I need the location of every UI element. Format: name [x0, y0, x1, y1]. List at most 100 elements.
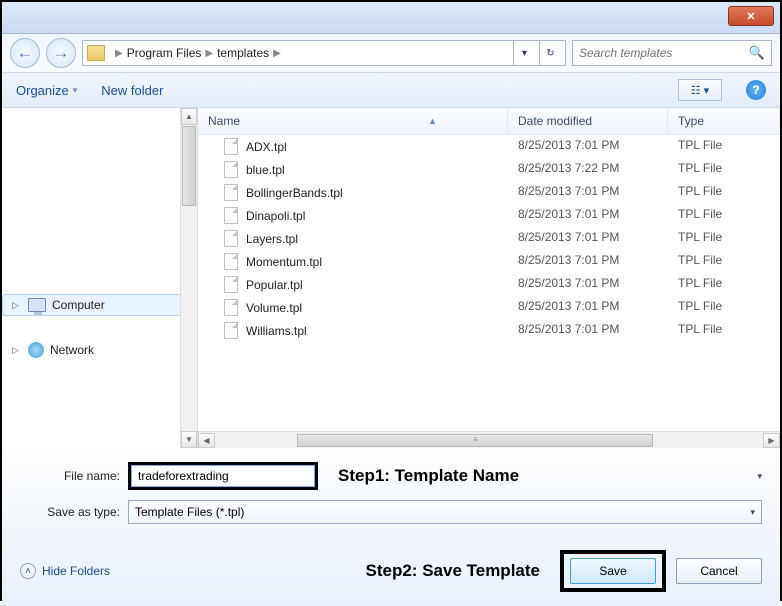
view-icon: ☷ ▾	[691, 84, 709, 97]
sort-ascending-icon: ▲	[428, 116, 437, 126]
tree-item-network[interactable]: ▷ Network	[2, 338, 197, 362]
file-type: TPL File	[668, 230, 780, 247]
toolbar: Organize ▾ New folder ☷ ▾ ?	[2, 72, 780, 108]
close-icon: ✕	[746, 10, 755, 23]
file-row[interactable]: Dinapoli.tpl 8/25/2013 7:01 PMTPL File	[198, 204, 780, 227]
file-row[interactable]: blue.tpl8/25/2013 7:22 PMTPL File	[198, 158, 780, 181]
file-name: Popular.tpl	[246, 278, 303, 292]
file-date: 8/25/2013 7:01 PM	[508, 276, 668, 293]
forward-button[interactable]: →	[46, 38, 76, 68]
form-area: File name: Step1: Template Name ▾ Save a…	[2, 448, 780, 540]
scroll-thumb[interactable]	[182, 126, 196, 206]
search-box[interactable]: 🔍	[572, 40, 772, 66]
column-header-name[interactable]: Name▲	[198, 108, 508, 134]
titlebar: ✕	[2, 2, 780, 34]
close-button[interactable]: ✕	[728, 6, 774, 26]
file-name: Momentum.tpl	[246, 255, 322, 269]
file-name: Dinapoli.tpl	[246, 209, 305, 223]
column-header-type[interactable]: Type	[668, 108, 780, 134]
file-row[interactable]: Layers.tpl 8/25/2013 7:01 PMTPL File	[198, 227, 780, 250]
organize-button[interactable]: Organize ▾	[16, 83, 77, 98]
tree-item-computer[interactable]: ▷ Computer	[2, 294, 197, 316]
navigation-tree: ▷ Computer ▷ Network ▲ ▼	[2, 108, 198, 448]
file-row[interactable]: BollingerBands.tpl 8/25/2013 7:01 PMTPL F…	[198, 181, 780, 204]
help-button[interactable]: ?	[746, 80, 766, 100]
file-icon	[224, 230, 238, 247]
file-icon	[224, 276, 238, 293]
file-name: blue.tpl	[246, 163, 285, 177]
file-name: Volume.tpl	[246, 301, 302, 315]
tree-item-label: Computer	[52, 298, 105, 312]
file-date: 8/25/2013 7:01 PM	[508, 184, 668, 201]
file-name: BollingerBands.tpl	[246, 186, 343, 200]
computer-icon	[28, 298, 46, 312]
chevron-down-icon[interactable]: ▾	[757, 471, 762, 482]
view-options-button[interactable]: ☷ ▾	[678, 79, 722, 101]
hide-folders-button[interactable]: ˄ Hide Folders	[20, 563, 110, 579]
save-as-dialog: ✕ ← → ▶ Program Files ▶ templates ▶ ▾ ↻ …	[2, 2, 780, 599]
file-type: TPL File	[668, 184, 780, 201]
file-type: TPL File	[668, 253, 780, 270]
breadcrumb-segment[interactable]: templates	[217, 46, 269, 60]
file-date: 8/25/2013 7:01 PM	[508, 230, 668, 247]
expand-icon[interactable]: ▷	[12, 345, 22, 356]
scroll-up-button[interactable]: ▲	[181, 108, 197, 125]
navigation-bar: ← → ▶ Program Files ▶ templates ▶ ▾ ↻ 🔍	[2, 34, 780, 72]
scroll-right-button[interactable]: ▶	[763, 433, 780, 448]
file-row[interactable]: Volume.tpl 8/25/2013 7:01 PMTPL File	[198, 296, 780, 319]
help-icon: ?	[752, 83, 759, 97]
column-header-date[interactable]: Date modified	[508, 108, 668, 134]
new-folder-button[interactable]: New folder	[101, 83, 163, 98]
file-row[interactable]: ADX.tpl8/25/2013 7:01 PMTPL File	[198, 135, 780, 158]
save-type-combo[interactable]: Template Files (*.tpl) ▾	[128, 500, 762, 524]
refresh-icon: ↻	[546, 48, 554, 59]
annotation-step2: Step2: Save Template	[366, 561, 540, 581]
footer: ˄ Hide Folders Step2: Save Template Save…	[2, 540, 780, 606]
file-icon	[224, 299, 238, 316]
chevron-down-icon: ▾	[73, 85, 78, 96]
back-icon: ←	[17, 43, 34, 63]
file-icon	[224, 322, 238, 339]
file-name-label: File name:	[20, 469, 120, 483]
tree-item-label: Network	[50, 343, 94, 357]
save-button[interactable]: Save	[570, 558, 656, 584]
back-button[interactable]: ←	[10, 38, 40, 68]
file-name: ADX.tpl	[246, 140, 287, 154]
horizontal-scrollbar[interactable]: ◀ ≡ ▶	[198, 431, 780, 448]
file-name-highlight	[128, 462, 318, 490]
file-type: TPL File	[668, 207, 780, 224]
refresh-button[interactable]: ↻	[539, 41, 561, 65]
scroll-down-button[interactable]: ▼	[181, 431, 197, 448]
save-type-label: Save as type:	[20, 505, 120, 519]
crumb-sep-icon: ▶	[273, 48, 281, 59]
save-button-highlight: Save	[560, 550, 666, 592]
network-icon	[28, 342, 44, 358]
file-date: 8/25/2013 7:01 PM	[508, 299, 668, 316]
search-input[interactable]	[579, 46, 743, 60]
file-row[interactable]: Williams.tpl8/25/2013 7:01 PMTPL File	[198, 319, 780, 342]
file-date: 8/25/2013 7:01 PM	[508, 207, 668, 224]
breadcrumb-segment[interactable]: Program Files	[127, 46, 202, 60]
file-name: Layers.tpl	[246, 232, 298, 246]
file-date: 8/25/2013 7:22 PM	[508, 161, 668, 178]
folder-icon	[87, 45, 105, 61]
crumb-sep-icon: ▶	[115, 48, 123, 59]
column-headers: Name▲ Date modified Type	[198, 108, 780, 135]
file-icon	[224, 207, 238, 224]
search-icon: 🔍	[749, 45, 765, 61]
sidebar-scrollbar[interactable]: ▲ ▼	[180, 108, 197, 448]
address-dropdown-button[interactable]: ▾	[513, 41, 535, 65]
save-type-value: Template Files (*.tpl)	[135, 505, 244, 519]
file-icon	[224, 161, 238, 178]
address-bar[interactable]: ▶ Program Files ▶ templates ▶ ▾ ↻	[82, 40, 566, 66]
file-type: TPL File	[668, 299, 780, 316]
chevron-down-icon: ▾	[522, 48, 527, 59]
file-row[interactable]: Popular.tpl8/25/2013 7:01 PMTPL File	[198, 273, 780, 296]
file-row[interactable]: Momentum.tpl 8/25/2013 7:01 PMTPL File	[198, 250, 780, 273]
cancel-button[interactable]: Cancel	[676, 558, 762, 584]
expand-icon[interactable]: ▷	[12, 300, 22, 311]
scroll-thumb[interactable]: ≡	[297, 434, 653, 447]
file-name-input[interactable]	[131, 465, 315, 487]
scroll-left-button[interactable]: ◀	[198, 433, 215, 448]
file-date: 8/25/2013 7:01 PM	[508, 253, 668, 270]
